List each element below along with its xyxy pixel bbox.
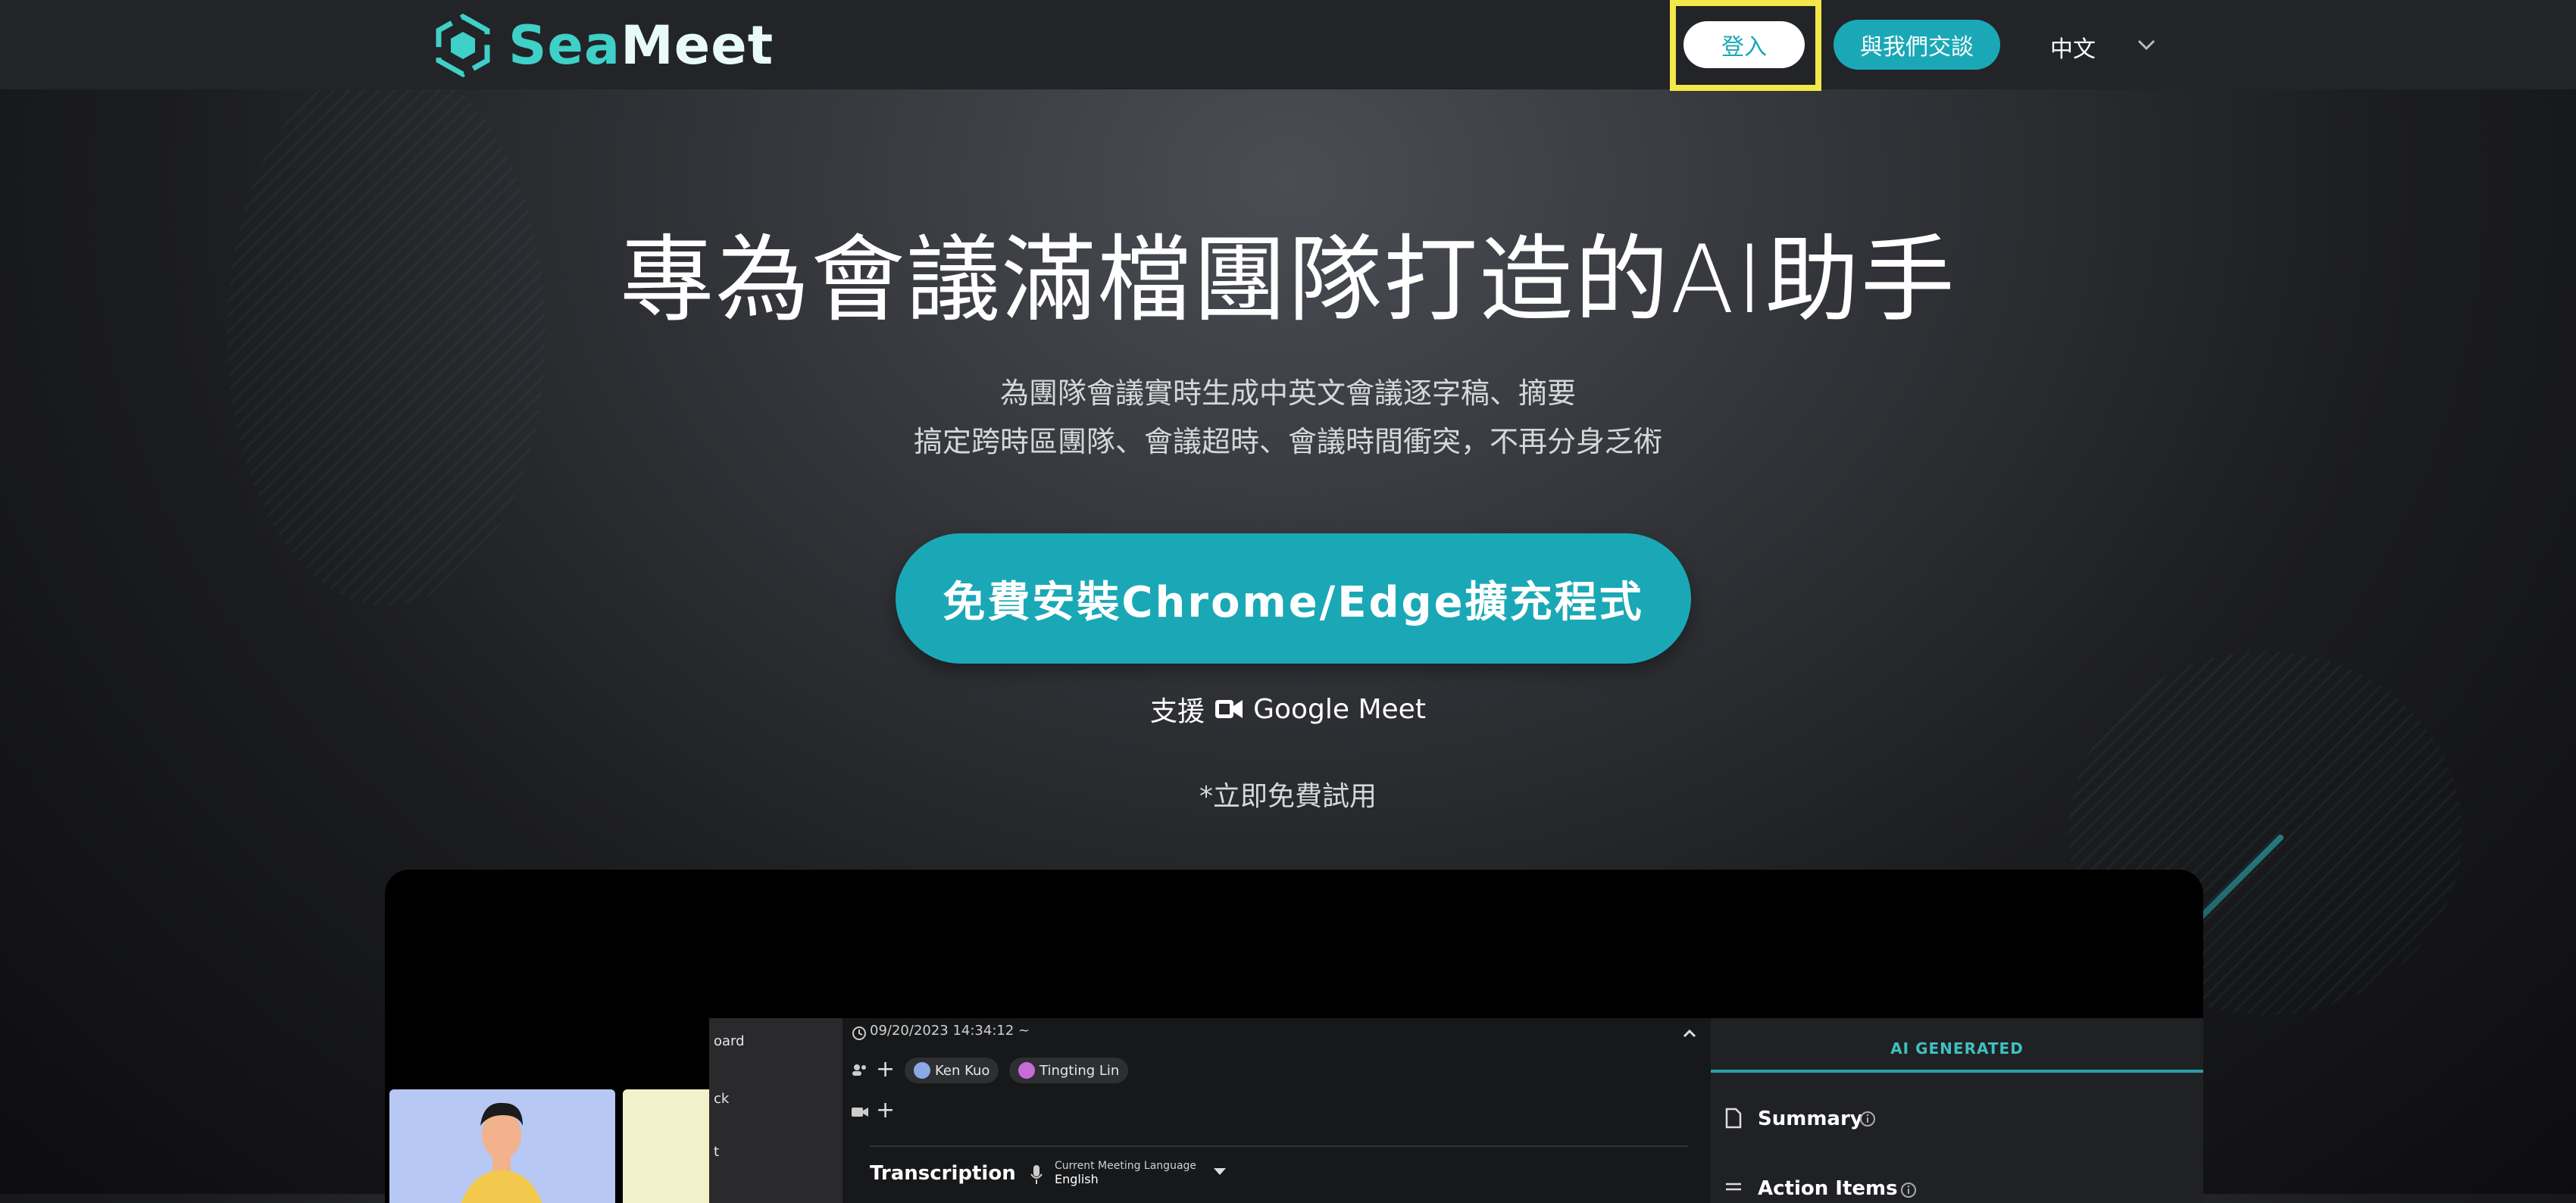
info-icon[interactable] xyxy=(1859,1111,1876,1127)
transcription-label: Transcription xyxy=(870,1162,1016,1185)
participant-tile-2 xyxy=(623,1089,709,1203)
product-demo-video[interactable]: oard ck t 09/20/2023 14:34:12 ~ + Ken Ku… xyxy=(385,870,2203,1203)
info-icon[interactable] xyxy=(1900,1182,1917,1198)
sidebar-item: t xyxy=(714,1144,720,1160)
language-selector[interactable]: 中文 xyxy=(2050,30,2096,64)
participant-avatar-tile xyxy=(389,1089,615,1203)
seameet-logo[interactable]: SeaMeet xyxy=(428,11,774,80)
list-icon xyxy=(1726,1183,1741,1191)
sidebar-item: ck xyxy=(714,1091,730,1107)
sidebar-item: oard xyxy=(714,1033,745,1049)
document-icon xyxy=(1725,1108,1742,1129)
hexagon-logo-icon xyxy=(436,13,490,78)
participant-chip[interactable]: Tingting Lin xyxy=(1009,1058,1129,1083)
contact-us-button[interactable]: 與我們交談 xyxy=(1834,20,2000,70)
hero-title: 專為會議滿檔團隊打造的AI助手 xyxy=(620,226,1956,335)
add-video-icon[interactable]: + xyxy=(876,1097,895,1123)
free-trial-note: *立即免費試用 xyxy=(1199,781,1377,812)
ai-panel: AI GENERATED Summary Action Items xyxy=(1711,1018,2203,1203)
hero-subtitle-line1: 為團隊會議實時生成中英文會議逐字稿、摘要 xyxy=(999,377,1576,410)
app-sidebar: oard ck t xyxy=(709,1018,843,1203)
ai-generated-tab[interactable]: AI GENERATED xyxy=(1711,1039,2203,1058)
support-product: Google Meet xyxy=(1253,693,1426,725)
camera-icon xyxy=(852,1108,868,1117)
hero-subtitle-line2: 搞定跨時區團隊、會議超時、會議時間衝突，不再分身乏術 xyxy=(913,425,1662,458)
person-avatar-icon xyxy=(461,1102,542,1203)
login-button[interactable]: 登入 xyxy=(1683,21,1805,68)
participant-chip[interactable]: Ken Kuo xyxy=(905,1058,999,1083)
meeting-timestamp: 09/20/2023 14:34:12 ~ xyxy=(870,1023,1030,1039)
logo-wordmark: SeaMeet xyxy=(508,14,774,77)
ai-tab-underline xyxy=(1711,1070,2203,1073)
meeting-language-value: English xyxy=(1055,1172,1099,1186)
clock-icon xyxy=(852,1026,866,1040)
install-extension-button[interactable]: 免費安裝Chrome/Edge擴充程式 xyxy=(896,533,1691,664)
action-items-heading: Action Items xyxy=(1758,1177,1898,1200)
support-prefix: 支援 xyxy=(1150,696,1205,727)
chevron-up-icon[interactable] xyxy=(1680,1024,1699,1042)
summary-heading: Summary xyxy=(1758,1108,1863,1130)
transcript-panel: 09/20/2023 14:34:12 ~ + Ken Kuo Tingting… xyxy=(843,1018,1711,1203)
meeting-language[interactable]: Current Meeting Language English xyxy=(1055,1159,1196,1186)
google-meet-icon xyxy=(1215,700,1243,718)
microphone-icon xyxy=(1030,1165,1043,1184)
top-nav: SeaMeet 登入 與我們交談 中文 xyxy=(0,0,2576,91)
app-screenshot: oard ck t 09/20/2023 14:34:12 ~ + Ken Ku… xyxy=(709,1018,2203,1203)
meeting-language-caption: Current Meeting Language xyxy=(1055,1160,1197,1172)
panel-divider xyxy=(870,1145,1688,1147)
chevron-down-icon[interactable] xyxy=(2135,33,2158,56)
people-icon xyxy=(852,1064,866,1076)
add-participant-icon[interactable]: + xyxy=(876,1056,895,1083)
dropdown-caret-icon[interactable] xyxy=(1214,1167,1226,1176)
support-line: 支援 Google Meet xyxy=(0,689,2576,729)
